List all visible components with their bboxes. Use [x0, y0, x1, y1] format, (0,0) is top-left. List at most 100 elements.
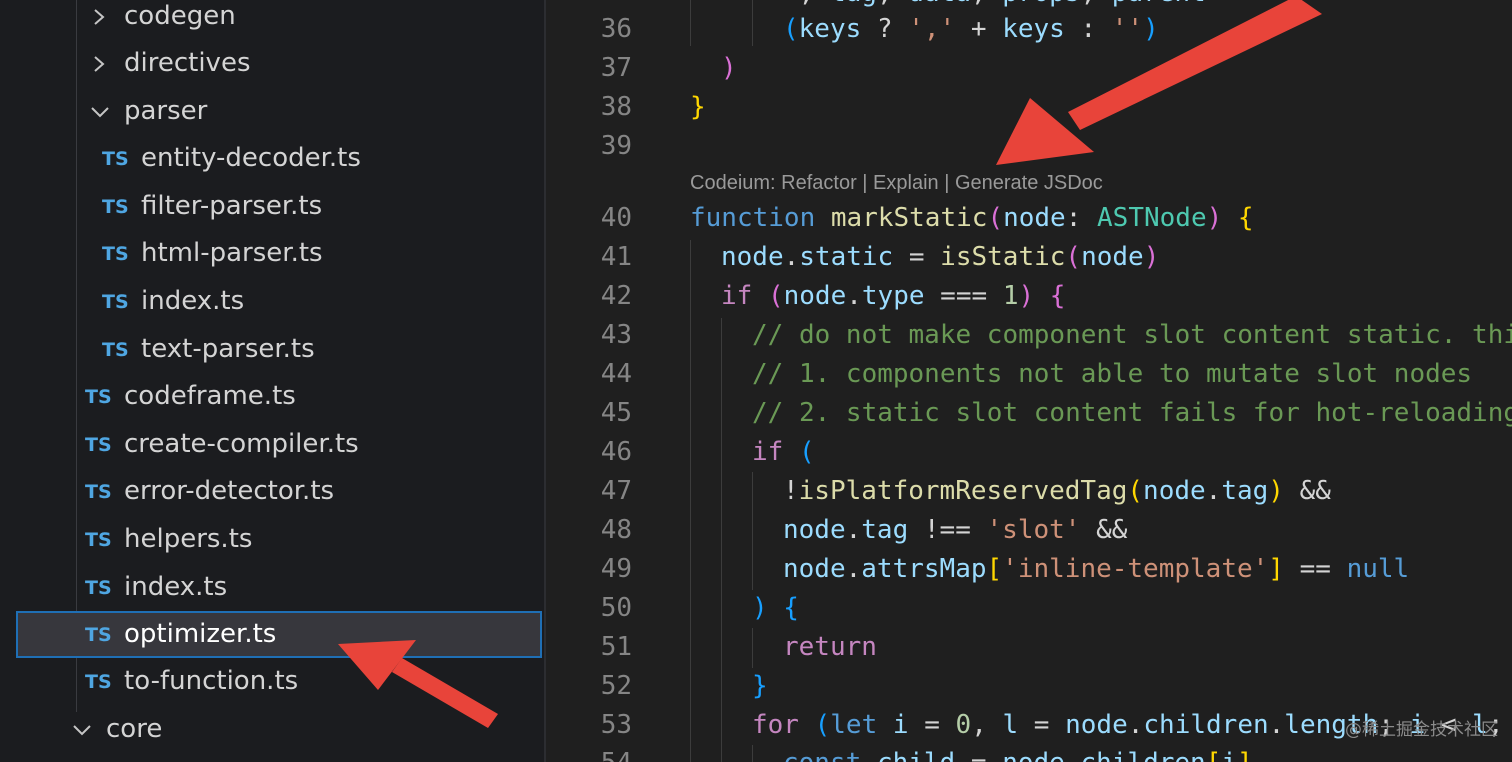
explorer-sidebar: codegen directives parser TS entity-deco…	[0, 0, 544, 762]
typescript-file-icon: TS	[85, 386, 112, 408]
code-line-44: 44 // 1. components not able to mutate s…	[546, 353, 1512, 392]
line-number: 46	[600, 437, 632, 467]
tree-file-text-parser[interactable]: TS text-parser.ts	[0, 326, 544, 373]
line-number: 52	[600, 671, 632, 701]
code-content: // 1. components not able to mutate slot…	[752, 359, 1473, 389]
chevron-down-icon	[88, 96, 114, 126]
code-content: !isPlatformReservedTag(node.tag) &&	[783, 476, 1331, 506]
code-line-50: 50 ) {	[546, 587, 1512, 626]
line-number: 42	[600, 281, 632, 311]
code-content: node.attrsMap['inline-template'] == null	[783, 554, 1410, 584]
line-number: 36	[600, 14, 632, 44]
code-line-43: 43 // do not make component slot content…	[546, 314, 1512, 353]
code-content: ', tag, data, props, parent	[783, 0, 1206, 8]
tree-file-create-compiler[interactable]: TS create-compiler.ts	[0, 421, 544, 468]
code-line-42: 42 if (node.type === 1) {	[546, 275, 1512, 314]
typescript-file-icon: TS	[102, 196, 129, 218]
typescript-file-icon: TS	[85, 529, 112, 551]
tree-file-html-parser[interactable]: TS html-parser.ts	[0, 230, 544, 277]
tree-folder-codegen[interactable]: codegen	[0, 0, 544, 40]
tree-item-label: index.ts	[141, 286, 245, 316]
line-number: 49	[600, 554, 632, 584]
line-number: 43	[600, 320, 632, 350]
tree-item-label: codegen	[124, 1, 236, 31]
code-line-49: 49 node.attrsMap['inline-template'] == n…	[546, 548, 1512, 587]
line-number: 53	[600, 710, 632, 740]
line-number: 40	[600, 203, 632, 233]
tree-file-optimizer[interactable]: TS optimizer.ts	[16, 611, 542, 658]
tree-item-label: helpers.ts	[124, 524, 253, 554]
chevron-down-icon	[70, 714, 96, 744]
tree-item-label: error-detector.ts	[124, 476, 335, 506]
tree-item-label: index.ts	[124, 572, 228, 602]
tree-item-label: text-parser.ts	[141, 334, 315, 364]
chevron-right-icon	[88, 48, 114, 78]
code-content: ) {	[752, 593, 799, 623]
tree-item-label: html-parser.ts	[141, 238, 323, 268]
code-content: (keys ? ',' + keys : '')	[783, 14, 1159, 44]
code-content: return	[783, 632, 877, 662]
tree-item-label: core	[106, 714, 163, 744]
code-content: }	[752, 671, 768, 701]
code-line-48: 48 node.tag !== 'slot' &&	[546, 509, 1512, 548]
tree-file-codeframe[interactable]: TS codeframe.ts	[0, 373, 544, 420]
code-content: )	[721, 53, 737, 83]
code-line-36: 36 (keys ? ',' + keys : '')	[546, 8, 1512, 47]
tree-folder-parser[interactable]: parser	[0, 88, 544, 135]
watermark: @稀土掘金技术社区	[1345, 720, 1498, 740]
code-content: function markStatic(node: ASTNode) {	[690, 203, 1254, 233]
typescript-file-icon: TS	[85, 434, 112, 456]
tree-item-label: optimizer.ts	[124, 619, 277, 649]
code-line-45: 45 // 2. static slot content fails for h…	[546, 392, 1512, 431]
code-content: }	[690, 92, 706, 122]
tree-folder-core[interactable]: core	[0, 706, 544, 753]
code-line-39: 39	[546, 125, 1512, 164]
tree-item-label: filter-parser.ts	[141, 191, 323, 221]
line-number: 44	[600, 359, 632, 389]
tree-file-error-detector[interactable]: TS error-detector.ts	[0, 468, 544, 515]
typescript-file-icon: TS	[102, 339, 129, 361]
code-line-40: 40 function markStatic(node: ASTNode) {	[546, 197, 1512, 236]
code-content: if (node.type === 1) {	[721, 281, 1066, 311]
typescript-file-icon: TS	[102, 291, 129, 313]
code-content: // do not make component slot content st…	[752, 320, 1512, 350]
typescript-file-icon: TS	[85, 577, 112, 599]
code-content: node.tag !== 'slot' &&	[783, 515, 1128, 545]
code-line-52: 52 }	[546, 665, 1512, 704]
codeium-codelens[interactable]: Codeium: Refactor | Explain | Generate J…	[690, 172, 1103, 195]
code-line-54: 54 const child = node.children[i]	[546, 742, 1512, 762]
code-content: if (	[752, 437, 815, 467]
line-number: 38	[600, 92, 632, 122]
code-line-47: 47 !isPlatformReservedTag(node.tag) &&	[546, 470, 1512, 509]
code-content: const child = node.children[i]	[783, 748, 1253, 762]
code-line-51: 51 return	[546, 626, 1512, 665]
code-editor[interactable]: ', tag, data, props, parent 36 (keys ? '…	[546, 0, 1512, 762]
typescript-file-icon: TS	[85, 624, 112, 646]
tree-item-label: entity-decoder.ts	[141, 143, 361, 173]
typescript-file-icon: TS	[102, 148, 129, 170]
code-content: node.static = isStatic(node)	[721, 242, 1160, 272]
tree-item-label: codeframe.ts	[124, 381, 296, 411]
code-line-41: 41 node.static = isStatic(node)	[546, 236, 1512, 275]
tree-item-label: create-compiler.ts	[124, 429, 359, 459]
tree-file-entity-decoder[interactable]: TS entity-decoder.ts	[0, 135, 544, 182]
line-number: 48	[600, 515, 632, 545]
tree-file-parser-index[interactable]: TS index.ts	[0, 278, 544, 325]
tree-folder-directives[interactable]: directives	[0, 40, 544, 87]
code-content: // 2. static slot content fails for hot-…	[752, 398, 1512, 428]
chevron-right-icon	[88, 1, 114, 31]
line-number: 39	[600, 131, 632, 161]
line-number: 45	[600, 398, 632, 428]
typescript-file-icon: TS	[85, 481, 112, 503]
code-line-46: 46 if (	[546, 431, 1512, 470]
line-number: 47	[600, 476, 632, 506]
code-line-37: 37 )	[546, 47, 1512, 86]
code-line-38: 38 }	[546, 86, 1512, 125]
line-number: 50	[600, 593, 632, 623]
line-number: 41	[600, 242, 632, 272]
tree-file-filter-parser[interactable]: TS filter-parser.ts	[0, 183, 544, 230]
tree-file-index[interactable]: TS index.ts	[0, 564, 544, 611]
tree-file-helpers[interactable]: TS helpers.ts	[0, 516, 544, 563]
tree-item-label: parser	[124, 96, 208, 126]
tree-file-to-function[interactable]: TS to-function.ts	[0, 658, 544, 705]
